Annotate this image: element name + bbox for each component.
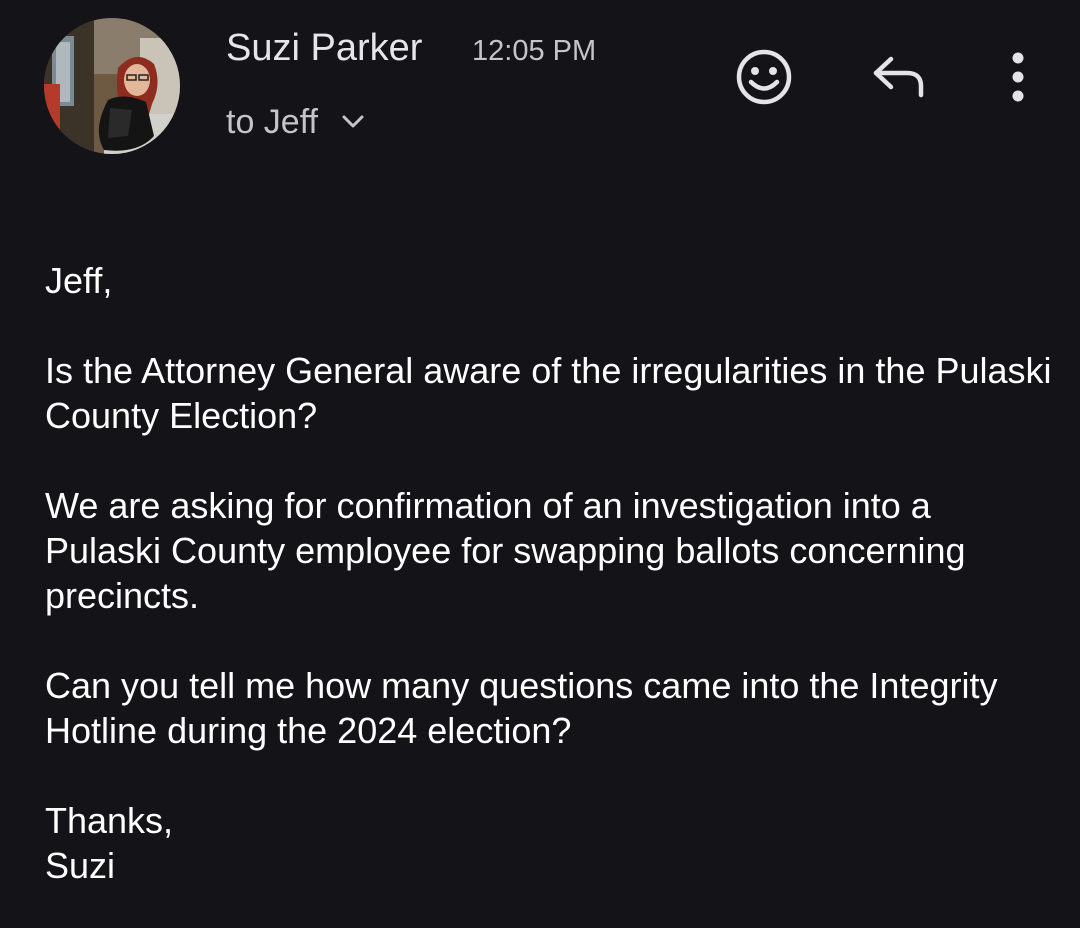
vertical-dots-icon [1012,52,1024,102]
chevron-down-icon [342,115,364,128]
message-body: Jeff, Is the Attorney General aware of t… [45,258,1055,888]
message-timestamp: 12:05 PM [472,35,597,67]
message-paragraph: We are asking for confirmation of an inv… [45,485,966,616]
message-signature: Suzi [45,845,116,886]
profile-photo-icon [44,18,180,154]
message-paragraph: Is the Attorney General aware of the irr… [45,350,1052,436]
smiley-face-icon [736,49,792,105]
message-greeting: Jeff, [45,260,113,301]
sender-name: Suzi Parker [226,27,423,69]
reply-button[interactable] [864,44,936,110]
more-options-button[interactable] [992,44,1044,110]
recipient-details-toggle[interactable]: to Jeff [226,102,366,142]
message-paragraph: Can you tell me how many questions came … [45,665,998,751]
add-reaction-button[interactable] [728,44,800,110]
avatar[interactable] [44,18,180,154]
recipient-label: to Jeff [226,103,318,141]
message-signoff: Thanks, [45,800,174,841]
reply-arrow-icon [873,56,924,98]
